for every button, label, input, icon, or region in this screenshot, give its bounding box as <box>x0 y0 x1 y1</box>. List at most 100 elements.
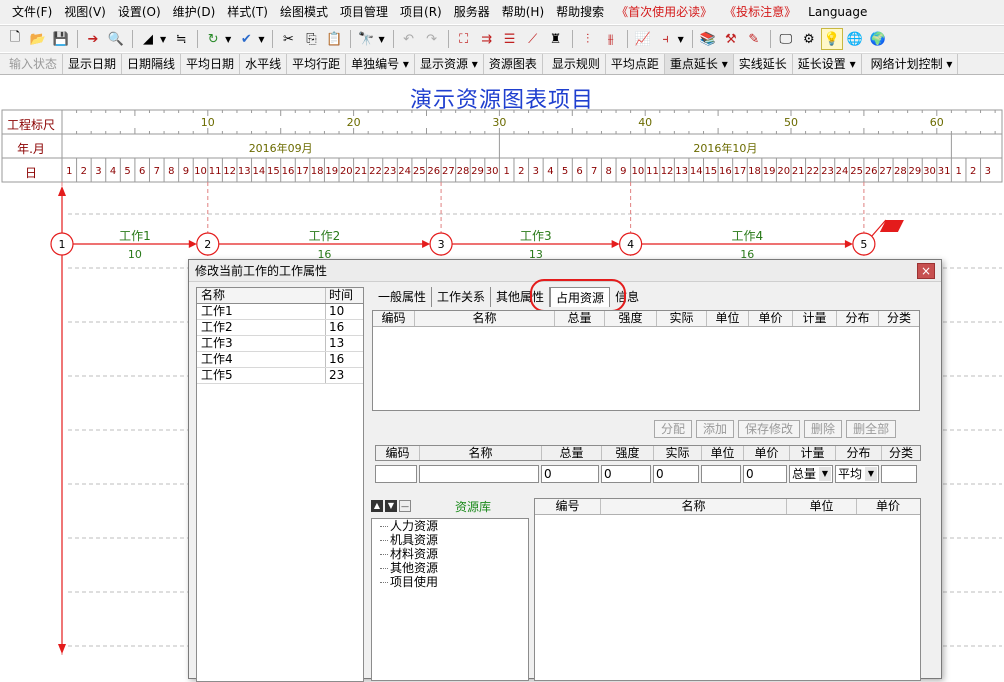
tree-item-material[interactable]: 材料资源 <box>372 547 528 561</box>
category-input[interactable] <box>881 465 917 483</box>
network-icon[interactable]: ⛶ <box>453 28 475 50</box>
menu-bid-notice[interactable]: 《投标注意》 <box>718 0 802 24</box>
timescale-icon[interactable]: ⇉ <box>476 28 498 50</box>
refresh-icon[interactable]: ↻ <box>202 28 224 50</box>
node-link-icon[interactable]: ⫶ <box>577 28 599 50</box>
cut-icon[interactable]: ✂ <box>277 28 299 50</box>
check-icon[interactable]: ✔ <box>235 28 257 50</box>
curve-icon[interactable]: ⟋ <box>522 28 544 50</box>
earth-icon[interactable]: 🌍 <box>867 28 889 50</box>
resource-catalog-table[interactable]: 编号 名称 单位 单价 <box>534 498 921 681</box>
open-folder-icon[interactable]: 📂 <box>27 28 49 50</box>
tree-item-project-use[interactable]: 项目使用 <box>372 575 528 589</box>
tree-item-other[interactable]: 其他资源 <box>372 561 528 575</box>
split-icon[interactable]: ⫞ <box>655 28 677 50</box>
edit-icon[interactable]: ✎ <box>743 28 765 50</box>
chevron-down-icon[interactable]: ▼ <box>678 35 684 44</box>
lightbulb-icon[interactable]: 💡 <box>820 28 843 50</box>
menu-server[interactable]: 服务器 <box>448 0 496 24</box>
redo-icon[interactable]: ↷ <box>421 28 443 50</box>
average-date-button[interactable]: 平均日期 <box>181 54 241 74</box>
add-button[interactable]: 添加 <box>696 420 735 438</box>
solid-extend-button[interactable]: 实线延长 <box>734 54 793 74</box>
export-icon[interactable]: ➔ <box>82 28 104 50</box>
menu-first-read[interactable]: 《首次使用必读》 <box>610 0 718 24</box>
chart-icon[interactable]: 📈 <box>632 28 654 50</box>
menu-help[interactable]: 帮助(H) <box>496 0 550 24</box>
fill-icon[interactable]: ◢ <box>137 28 159 50</box>
move-up-icon[interactable]: ▲ <box>371 500 383 512</box>
distribution-select[interactable]: 平均 ▼ <box>835 465 879 483</box>
menu-view[interactable]: 视图(V) <box>58 0 112 24</box>
new-file-icon[interactable]: 🗋 <box>4 28 26 50</box>
print-preview-icon[interactable]: 🔍 <box>105 28 127 50</box>
date-gridline-button[interactable]: 日期隔线 <box>122 54 182 74</box>
show-resource-button[interactable]: 显示资源 ▾ <box>415 54 484 74</box>
tree-item-machinery[interactable]: 机具资源 <box>372 533 528 547</box>
chevron-down-icon[interactable]: ▼ <box>258 35 264 44</box>
tab-relations[interactable]: 工作关系 <box>432 287 492 307</box>
task-list-row[interactable]: 工作2 16 <box>197 320 363 336</box>
average-row-spacing-button[interactable]: 平均行距 <box>287 54 347 74</box>
menu-draw-mode[interactable]: 绘图模式 <box>274 0 334 24</box>
task-list-row[interactable]: 工作1 10 <box>197 304 363 320</box>
menu-maintain[interactable]: 维护(D) <box>167 0 222 24</box>
chevron-down-icon[interactable]: ▼ <box>160 35 166 44</box>
books-icon[interactable]: 📚 <box>697 28 719 50</box>
show-date-button[interactable]: 显示日期 <box>63 54 123 74</box>
input-state-button[interactable]: 输入状态 <box>4 54 64 74</box>
delete-all-button[interactable]: 删全部 <box>846 420 897 438</box>
copy-icon[interactable]: ⎘ <box>300 28 322 50</box>
tools-icon[interactable]: ⚒ <box>720 28 742 50</box>
menu-help-search[interactable]: 帮助搜索 <box>550 0 610 24</box>
collapse-icon[interactable]: — <box>399 500 411 512</box>
assign-button[interactable]: 分配 <box>654 420 693 438</box>
total-input[interactable]: 0 <box>541 465 599 483</box>
name-input[interactable] <box>419 465 539 483</box>
globe-icon[interactable]: 🌐 <box>844 28 866 50</box>
delete-button[interactable]: 删除 <box>804 420 843 438</box>
intensity-input[interactable]: 0 <box>601 465 651 483</box>
task-list-row[interactable]: 工作5 23 <box>197 368 363 384</box>
show-rules-button[interactable]: 显示规则 <box>547 54 606 74</box>
measure-select[interactable]: 总量 ▼ <box>789 465 833 483</box>
save-changes-button[interactable]: 保存修改 <box>738 420 801 438</box>
resource-icon[interactable]: ♜ <box>545 28 567 50</box>
single-numbering-button[interactable]: 单独编号 ▾ <box>346 54 415 74</box>
chevron-down-icon[interactable]: ▼ <box>819 467 831 481</box>
move-down-icon[interactable]: ▼ <box>385 500 397 512</box>
paste-icon[interactable]: 📋 <box>323 28 345 50</box>
unit-input[interactable] <box>701 465 741 483</box>
menu-project-mgmt[interactable]: 项目管理 <box>334 0 394 24</box>
gantt-icon[interactable]: ☰ <box>499 28 521 50</box>
close-button[interactable]: × <box>917 263 935 279</box>
price-input[interactable]: 0 <box>743 465 787 483</box>
tree-item-labor[interactable]: 人力资源 <box>372 519 528 533</box>
resource-chart-button[interactable]: 资源图表 <box>484 54 543 74</box>
code-input[interactable] <box>375 465 417 483</box>
network-plan-control-button[interactable]: 网络计划控制 ▾ <box>866 54 959 74</box>
average-point-spacing-button[interactable]: 平均点距 <box>606 54 665 74</box>
menu-project[interactable]: 项目(R) <box>394 0 448 24</box>
key-extend-button[interactable]: 重点延长 ▾ <box>664 54 734 74</box>
settings-icon[interactable]: ⚙ <box>798 28 820 50</box>
assigned-resources-table[interactable]: 编码 名称 总量 强度 实际 单位 单价 计量 分布 分类 <box>372 310 920 411</box>
node-link2-icon[interactable]: ⫵ <box>600 28 622 50</box>
chevron-down-icon[interactable]: ▼ <box>378 35 384 44</box>
chevron-down-icon[interactable]: ▼ <box>225 35 231 44</box>
task-list-row[interactable]: 工作4 16 <box>197 352 363 368</box>
horizontal-line-button[interactable]: 水平线 <box>240 54 288 74</box>
actual-input[interactable]: 0 <box>653 465 699 483</box>
chevron-down-icon[interactable]: ▼ <box>865 467 877 481</box>
monitor-icon[interactable]: 🖵 <box>775 28 797 50</box>
save-icon[interactable]: 💾 <box>50 28 72 50</box>
task-list-row[interactable]: 工作3 13 <box>197 336 363 352</box>
extend-settings-button[interactable]: 延长设置 ▾ <box>793 54 862 74</box>
find-icon[interactable]: 🔭 <box>355 28 377 50</box>
tab-general[interactable]: 一般属性 <box>373 287 433 307</box>
menu-language[interactable]: Language <box>802 0 873 24</box>
align-icon[interactable]: ≒ <box>170 28 192 50</box>
menu-settings[interactable]: 设置(O) <box>112 0 167 24</box>
menu-style[interactable]: 样式(T) <box>221 0 274 24</box>
menu-file[interactable]: 文件(F) <box>6 0 58 24</box>
